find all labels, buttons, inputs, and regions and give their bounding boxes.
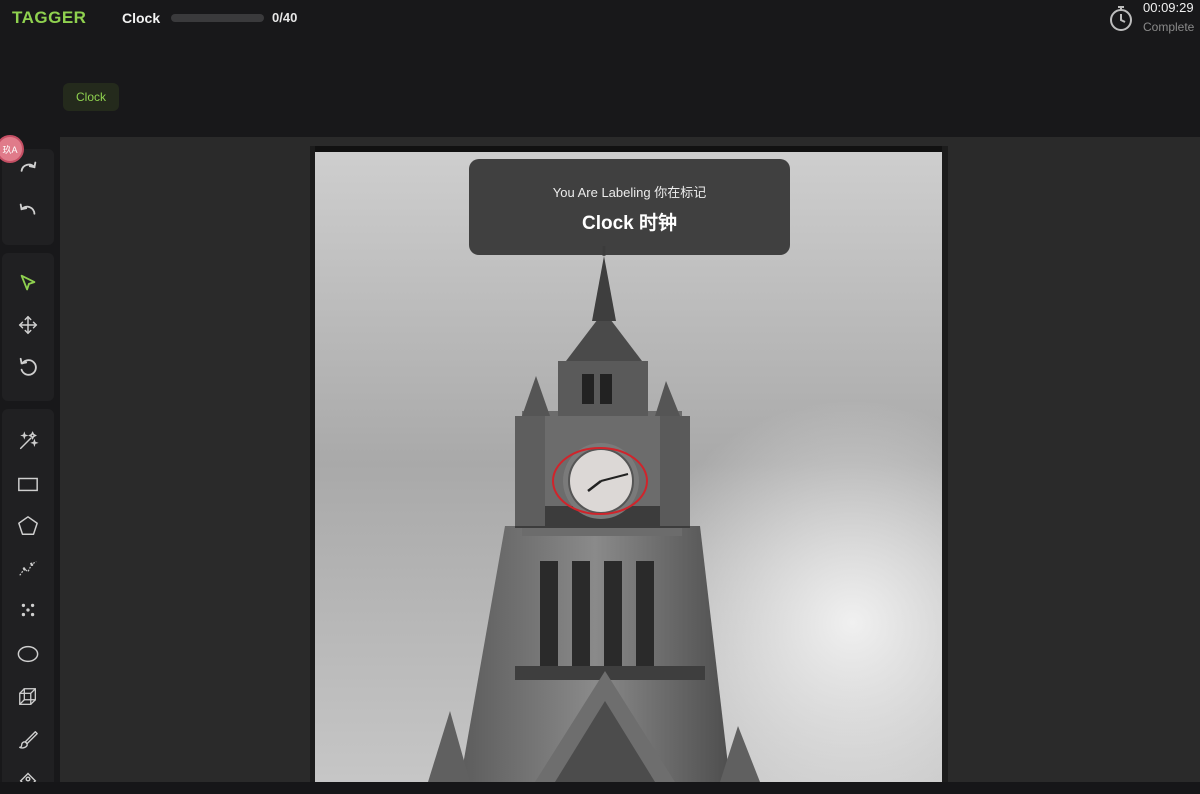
stopwatch-icon (1108, 4, 1134, 32)
polyline-icon (19, 561, 37, 576)
move-icon (18, 315, 38, 335)
task-name: Clock (122, 10, 161, 26)
move-tool[interactable] (14, 311, 42, 339)
timer-value: 00:09:29 (1143, 0, 1194, 15)
timer-status: Complete (1143, 20, 1195, 34)
undo-icon (19, 203, 36, 215)
polygon-icon (18, 516, 38, 535)
cuboid-tool[interactable] (14, 683, 42, 711)
rectangle-icon (18, 477, 38, 492)
banner-title: Clock 时钟 (581, 213, 678, 234)
progress-count: 0/40 (272, 10, 298, 25)
ellipse-tool[interactable] (14, 640, 42, 668)
rectangle-tool[interactable] (14, 470, 42, 498)
rotate-icon (19, 357, 37, 376)
rotate-tool[interactable] (14, 353, 42, 381)
navigation-tool-group (2, 253, 54, 401)
tool-sidebar (0, 137, 56, 794)
class-chip-clock[interactable]: Clock (63, 83, 119, 111)
keypoints-icon (21, 603, 35, 617)
polygon-tool[interactable] (14, 512, 42, 540)
select-arrow-icon (20, 274, 36, 291)
ellipse-icon (17, 645, 39, 663)
bottom-strip (0, 782, 1200, 794)
top-bar: TAGGER Clock 0/40 00:09:29 Complete Cloc… (0, 0, 1200, 136)
select-tool[interactable] (14, 269, 42, 297)
annotation-tool-group (2, 409, 54, 794)
cuboid-icon (19, 688, 36, 705)
banner-subtitle: You Are Labeling 你在标记 (552, 185, 707, 200)
keypoints-tool[interactable] (14, 596, 42, 624)
brush-icon (19, 731, 38, 749)
brush-tool[interactable] (14, 726, 42, 754)
magic-wand-tool[interactable] (14, 427, 42, 455)
history-tool-group (2, 149, 54, 245)
progress-bar (171, 14, 264, 22)
undo-button[interactable] (14, 197, 42, 225)
app-logo[interactable]: TAGGER (12, 8, 86, 28)
magic-wand-icon (19, 431, 39, 450)
labeling-banner: You Are Labeling 你在标记 Clock 时钟 (469, 159, 790, 255)
redo-icon (20, 161, 37, 172)
polyline-tool[interactable] (14, 554, 42, 582)
